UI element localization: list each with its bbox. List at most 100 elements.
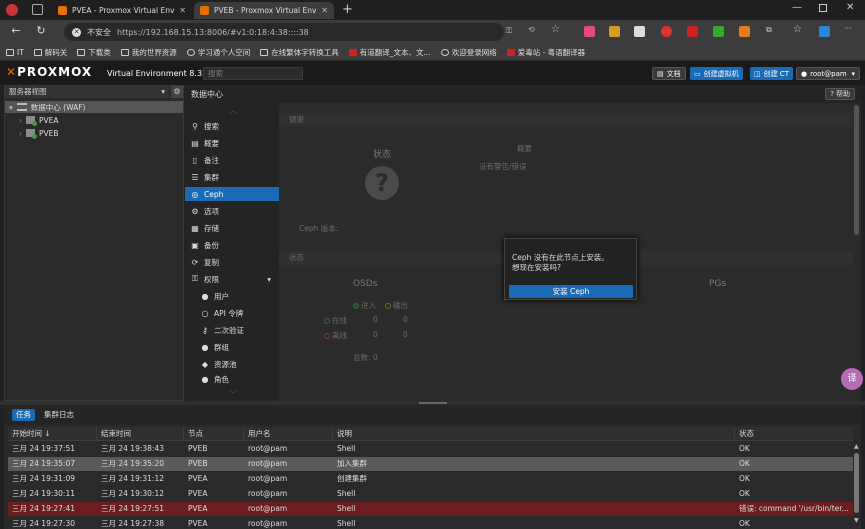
tree-node-pveb[interactable]: › PVEB (19, 127, 59, 139)
favorite-star-icon[interactable]: ☆ (551, 24, 560, 35)
extension-icon[interactable] (609, 26, 620, 37)
collapse-icon[interactable]: ▾ (9, 103, 13, 112)
browser-tab-pvea[interactable]: PVEA - Proxmox Virtual Environment ✕ (52, 2, 192, 19)
datacenter-icon (16, 103, 27, 111)
bookmark-link[interactable]: 欢迎登录网络 (440, 47, 497, 58)
table-row[interactable]: 三月 24 19:31:09 三月 24 19:31:12 PVEA root@… (8, 472, 853, 486)
reload-icon[interactable]: ↻ (34, 24, 48, 38)
bookmark-folder[interactable]: 解码关 (33, 47, 67, 58)
task-scrollbar[interactable]: ▲ ▼ (853, 441, 861, 527)
extensions-icon[interactable]: ⧉ (766, 25, 772, 35)
table-row-error[interactable]: 三月 24 19:27:41 三月 24 19:27:51 PVEA root@… (8, 502, 853, 516)
install-ceph-button[interactable]: 安装 Ceph (509, 285, 633, 298)
docs-button[interactable]: ▤ 文档 (652, 67, 686, 80)
global-search-input[interactable]: 搜索 (203, 67, 303, 80)
menu-item-replication[interactable]: ⟳ 复制 (185, 255, 279, 269)
scroll-down-icon[interactable]: ﹀ (229, 389, 237, 400)
shield-extension-icon[interactable] (713, 26, 724, 37)
tree-node-datacenter[interactable]: ▾ 数据中心 (WAF) (5, 101, 183, 113)
pgs-title: PGs (709, 279, 727, 289)
ceph-version-label: Ceph 版本: (299, 224, 339, 233)
tree-node-pvea[interactable]: › PVEA (19, 114, 59, 126)
menu-item-tfa[interactable]: ⚷ 二次验证 (185, 323, 279, 337)
down-status-icon (324, 333, 330, 339)
scroll-down-icon[interactable]: ▼ (854, 517, 859, 524)
mail-extension-icon[interactable] (634, 26, 645, 37)
minimize-icon[interactable]: — (792, 2, 802, 13)
chevron-right-icon[interactable]: › (19, 129, 22, 138)
bookmark-link[interactable]: 学习通个人空间 (186, 47, 250, 58)
tab-cluster-log[interactable]: 集群日志 (40, 409, 78, 421)
close-window-icon[interactable]: ✕ (846, 2, 854, 13)
more-icon[interactable]: ··· (844, 24, 852, 33)
column-node[interactable]: 节点 (184, 427, 244, 441)
bookmark-folder[interactable]: 我的世界资源 (120, 47, 177, 58)
new-tab-icon[interactable]: + (342, 2, 353, 17)
menu-item-notes[interactable]: ▯ 备注 (185, 153, 279, 167)
menu-item-summary[interactable]: ▤ 概要 (185, 136, 279, 150)
menu-item-storage[interactable]: ▦ 存储 (185, 221, 279, 235)
datacenter-menu: ︿ ⚲ 搜索 ▤ 概要 ▯ 备注 ☰ 集群 ◎ Ceph ⚙ 选项 ▦ 存储 ▣ 备份 ⟳ 复制 … (185, 103, 279, 401)
extension-icon[interactable] (661, 26, 672, 37)
key-icon[interactable]: ⚿ (506, 26, 512, 36)
column-user[interactable]: 用户名 (244, 427, 333, 441)
menu-item-roles[interactable]: ● 角色 (185, 374, 279, 385)
menu-item-permissions[interactable]: ⚿ 权限 ▾ (185, 272, 279, 286)
gear-icon[interactable]: ⚙ (171, 86, 183, 98)
bookmark-link[interactable]: 在线繁体字转换工具 (260, 47, 339, 58)
pve-version: Virtual Environment 8.3.0 (107, 69, 210, 78)
menu-item-groups[interactable]: ● 群组 (185, 340, 279, 354)
translate-assistant-icon[interactable]: 译 (841, 368, 863, 390)
column-start-time[interactable]: 开始时间 ↓ (8, 427, 97, 441)
column-status[interactable]: 状态 (735, 427, 853, 441)
menu-item-options[interactable]: ⚙ 选项 (185, 204, 279, 218)
scrollbar-thumb[interactable] (854, 105, 859, 235)
tab-tasks[interactable]: 任务 (12, 409, 35, 421)
bookmark-link[interactable]: 爱毒站 - 粤语翻译器 (506, 47, 585, 58)
edge-icon[interactable] (819, 26, 830, 37)
table-row[interactable]: 三月 24 19:35:07 三月 24 19:35:20 PVEB root@… (8, 457, 853, 471)
content-scrollbar[interactable] (853, 103, 861, 401)
menu-item-search[interactable]: ⚲ 搜索 (185, 119, 279, 133)
view-selector[interactable]: 服务器视图 ▾ (5, 86, 169, 98)
content-toolbar: 数据中心 ? 帮助 (185, 85, 861, 103)
menu-item-cluster[interactable]: ☰ 集群 (185, 170, 279, 184)
create-ct-button[interactable]: ◫ 创建 CT (750, 67, 794, 80)
menu-item-pools[interactable]: ◆ 资源池 (185, 357, 279, 371)
chevron-right-icon[interactable]: › (19, 116, 22, 125)
workspaces-icon[interactable] (32, 4, 43, 15)
browser-tab-pveb[interactable]: PVEB - Proxmox Virtual Environment ✕ (194, 2, 334, 19)
favorites-icon[interactable]: ☆ (793, 24, 802, 35)
extension-icon[interactable] (584, 26, 595, 37)
scroll-up-icon[interactable]: ︿ (229, 105, 237, 116)
user-menu-button[interactable]: ● root@pam ▾ (796, 67, 860, 80)
close-icon[interactable]: ✕ (179, 6, 186, 15)
address-bar[interactable]: ✕ 不安全 https://192.168.15.13:8006/#v1:0:1… (64, 23, 504, 41)
menu-item-api-tokens[interactable]: ○ API 令牌 (185, 306, 279, 320)
column-end-time[interactable]: 结束时间 (97, 427, 184, 441)
bookmark-link[interactable]: 有道翻译_文本、文... (348, 47, 431, 58)
create-vm-button[interactable]: ▭ 创建虚拟机 (690, 67, 743, 80)
extension-icon[interactable] (687, 26, 698, 37)
table-row[interactable]: 三月 24 19:37:51 三月 24 19:38:43 PVEB root@… (8, 442, 853, 456)
column-description[interactable]: 说明 (333, 427, 735, 441)
translate-icon[interactable]: ⟲ (528, 25, 535, 34)
menu-item-backup[interactable]: ▣ 备份 (185, 238, 279, 252)
scroll-up-icon[interactable]: ▲ (854, 443, 859, 450)
menu-item-ceph[interactable]: ◎ Ceph (185, 187, 279, 201)
table-row[interactable]: 三月 24 19:30:11 三月 24 19:30:12 PVEA root@… (8, 487, 853, 501)
splitter-handle[interactable] (419, 402, 447, 404)
bookmark-folder[interactable]: 下载类 (77, 47, 111, 58)
bookmark-folder[interactable]: IT (6, 48, 24, 57)
table-row[interactable]: 三月 24 19:27:30 三月 24 19:27:38 PVEA root@… (8, 517, 853, 529)
restore-icon[interactable] (819, 4, 827, 12)
youdao-icon (348, 48, 357, 56)
permissions-icon: ⚿ (191, 274, 199, 283)
extension-icon[interactable] (739, 26, 750, 37)
scrollbar-thumb[interactable] (854, 453, 859, 513)
close-icon[interactable]: ✕ (321, 6, 328, 15)
back-icon[interactable]: ← (9, 24, 23, 38)
help-button[interactable]: ? 帮助 (825, 88, 855, 100)
browser-profile-icon[interactable] (6, 4, 18, 16)
menu-item-users[interactable]: ● 用户 (185, 289, 279, 303)
